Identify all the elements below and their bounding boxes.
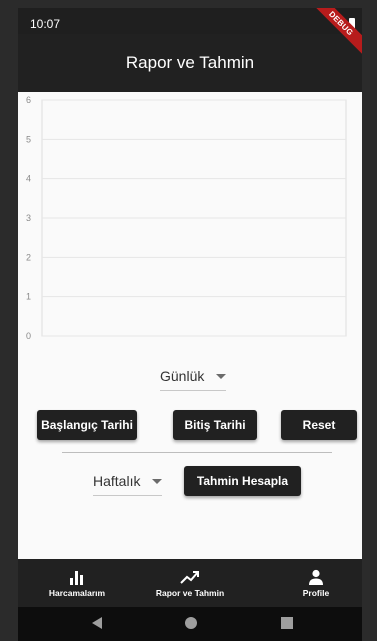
bar-chart-icon xyxy=(70,571,83,585)
end-date-button[interactable]: Bitiş Tarihi xyxy=(173,410,257,440)
y-tick-label: 1 xyxy=(26,292,31,302)
y-tick-label: 2 xyxy=(26,252,31,262)
chart-area: 0 1 2 3 4 5 6 xyxy=(18,94,362,346)
y-tick-label: 6 xyxy=(26,95,31,105)
divider xyxy=(62,452,332,453)
nav-label: Profile xyxy=(302,588,330,598)
back-icon[interactable] xyxy=(90,616,104,630)
trending-up-icon xyxy=(180,571,199,584)
status-bar: 10:07 xyxy=(18,8,362,34)
start-date-button[interactable]: Başlangıç Tarihi xyxy=(37,410,137,440)
app-bar: Rapor ve Tahmin xyxy=(18,34,362,92)
system-navigation-bar xyxy=(18,607,362,641)
person-icon xyxy=(309,569,323,585)
forecast-period-dropdown[interactable]: Haftalık xyxy=(93,473,163,496)
phone-screen: 10:07 Rapor ve Tahmin DEBUG 0123456 Günl… xyxy=(18,8,362,641)
period-dropdown[interactable]: Günlük xyxy=(160,368,227,391)
period-dropdown-value: Günlük xyxy=(160,368,205,384)
calculate-forecast-button[interactable]: Tahmin Hesapla xyxy=(184,466,301,496)
y-tick-label: 5 xyxy=(26,134,31,144)
nav-label: Harcamalarım xyxy=(48,588,106,598)
reset-button[interactable]: Reset xyxy=(281,410,357,440)
nav-item-profile[interactable]: Profile xyxy=(286,559,346,607)
forecast-dropdown-value: Haftalık xyxy=(93,473,141,489)
dropdown-arrow-icon xyxy=(216,373,227,379)
home-icon[interactable] xyxy=(184,616,198,630)
nav-label: Rapor ve Tahmin xyxy=(155,588,225,598)
y-tick-label: 0 xyxy=(26,331,31,341)
dropdown-underline xyxy=(93,495,163,496)
bottom-navigation: Harcamalarım Rapor ve Tahmin Profile xyxy=(18,559,362,607)
line-chart: 0 1 2 3 4 5 6 xyxy=(26,95,347,341)
nav-item-harcamalarim[interactable]: Harcamalarım xyxy=(32,559,122,607)
page-title: Rapor ve Tahmin xyxy=(125,53,255,72)
dropdown-arrow-icon xyxy=(152,478,163,484)
recents-icon[interactable] xyxy=(280,616,294,630)
nav-item-rapor-ve-tahmin[interactable]: Rapor ve Tahmin xyxy=(148,559,232,607)
dropdown-underline xyxy=(160,390,227,391)
y-tick-label: 3 xyxy=(26,213,31,223)
y-tick-label: 4 xyxy=(26,174,31,184)
status-time: 10:07 xyxy=(30,17,61,31)
